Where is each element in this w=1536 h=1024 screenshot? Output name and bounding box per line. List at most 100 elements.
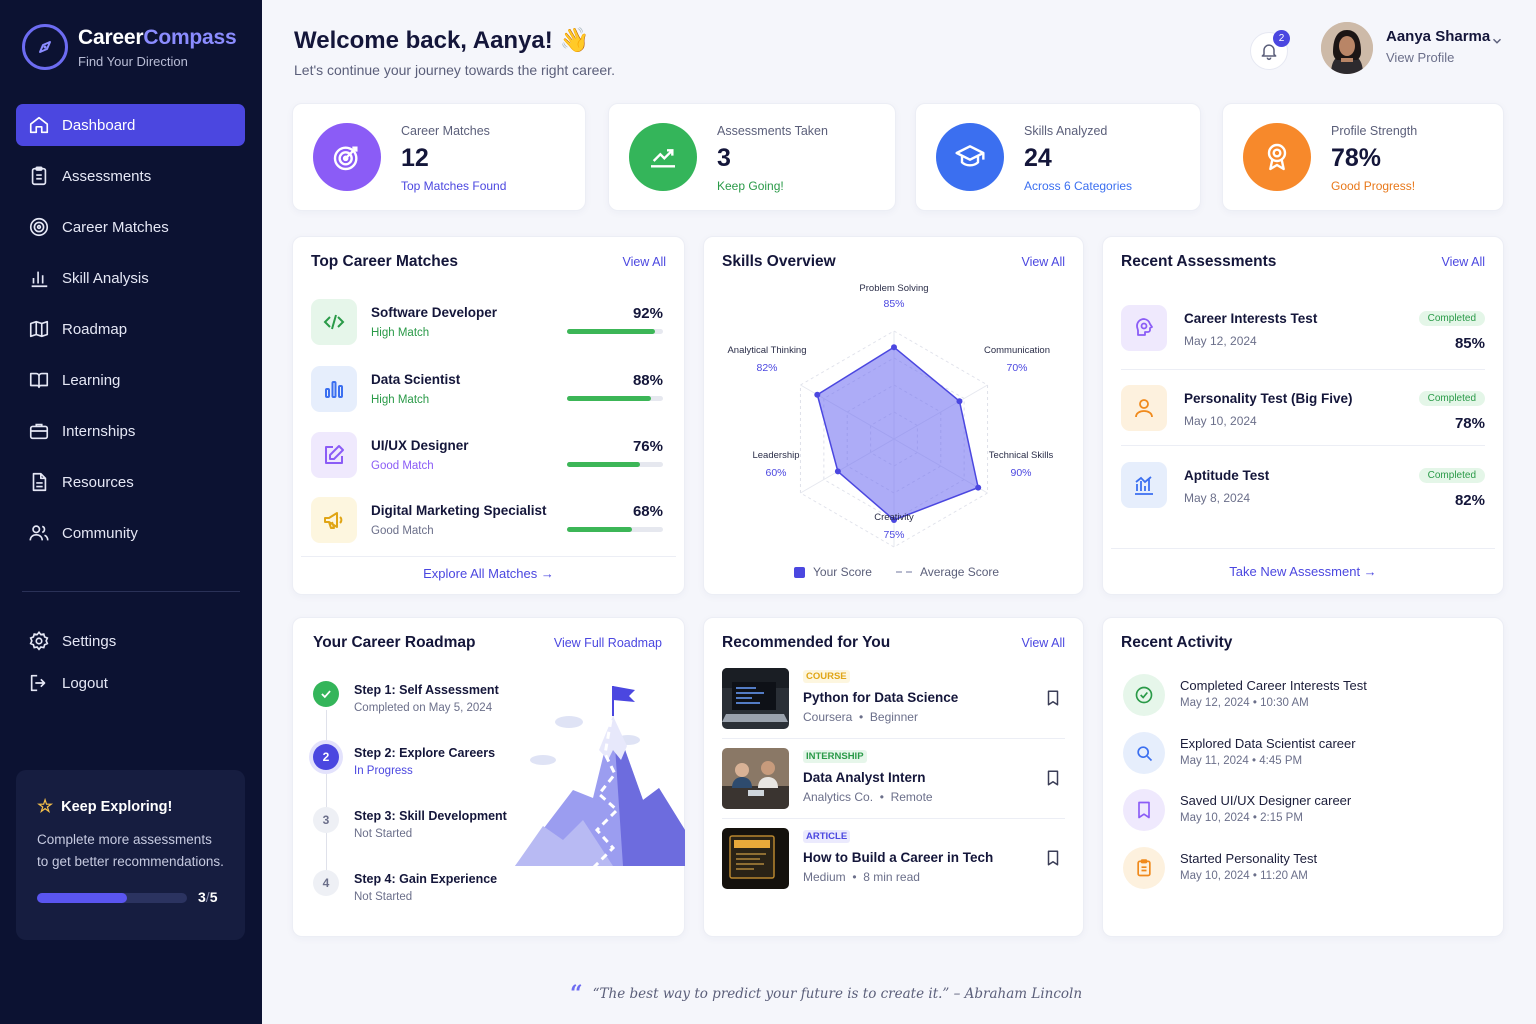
stat-label: Career Matches: [401, 124, 490, 138]
star-icon: ☆: [37, 796, 54, 816]
view-all-link[interactable]: View All: [622, 255, 666, 269]
book-icon: [29, 372, 49, 389]
bookmark-icon[interactable]: [1044, 768, 1062, 793]
radar-point: [814, 391, 821, 398]
legend-average-score: Average Score: [919, 565, 1000, 579]
nav-item-learning[interactable]: Learning: [16, 359, 245, 401]
nav-label: Dashboard: [62, 116, 136, 134]
row-divider: [722, 818, 1065, 819]
activity-item[interactable]: Explored Data Scientist career May 11, 2…: [1123, 732, 1483, 778]
person-icon: [1121, 385, 1167, 431]
match-bar-fill: [567, 329, 656, 334]
mountain-illustration: [515, 686, 685, 872]
match-name: Software Developer: [371, 305, 498, 320]
logout-icon: [30, 674, 46, 692]
match-row-digital-marketing[interactable]: Digital Marketing Specialist Good Match …: [311, 497, 663, 545]
roadmap-step-2[interactable]: 2 Step 2: Explore Careers In Progress: [313, 744, 533, 788]
explore-all-matches-link[interactable]: Explore All Matches →: [293, 566, 684, 581]
notifications-button[interactable]: 2: [1250, 30, 1290, 70]
radar-series-your-score: [816, 346, 980, 521]
explore-title: Keep Exploring!: [61, 798, 173, 815]
nav-item-skill-analysis[interactable]: Skill Analysis: [16, 257, 245, 299]
activity-item[interactable]: Completed Career Interests Test May 12, …: [1123, 674, 1483, 720]
nav-label: Roadmap: [62, 320, 128, 338]
nav-label: Internships: [62, 422, 136, 440]
view-all-link[interactable]: View All: [1441, 255, 1485, 269]
laptop-thumbnail: [722, 668, 789, 729]
radar-point: [956, 398, 963, 405]
target-icon: [313, 123, 381, 191]
step-title: Step 2: Explore Careers: [354, 746, 496, 760]
recommendation-item[interactable]: ARTICLE How to Build a Career in Tech Me…: [722, 828, 1066, 890]
match-row-ux-designer[interactable]: UI/UX Designer Good Match 76%: [311, 432, 663, 480]
stat-card-skills[interactable]: Skills Analyzed 24 Across 6 Categories: [915, 103, 1201, 211]
stat-value: 24: [1024, 144, 1052, 172]
graduation-cap-icon: [936, 123, 1004, 191]
legend-swatch: [794, 566, 805, 578]
code-icon: [311, 299, 357, 345]
nav-item-settings[interactable]: Settings: [16, 621, 245, 661]
nav-item-logout[interactable]: Logout: [16, 663, 245, 703]
match-percent: 76%: [632, 438, 663, 455]
roadmap-step-4[interactable]: 4 Step 4: Gain Experience Not Started: [313, 870, 533, 914]
assessment-row-career-interests[interactable]: Career Interests Test May 12, 2024 Compl…: [1121, 305, 1487, 365]
roadmap-step-3[interactable]: 3 Step 3: Skill Development Not Started: [313, 807, 533, 851]
user-name[interactable]: Aanya Sharma: [1386, 28, 1490, 45]
match-row-software-developer[interactable]: Software Developer High Match 92%: [311, 299, 663, 347]
stat-card-career-matches[interactable]: Career Matches 12 Top Matches Found: [292, 103, 586, 211]
brand-logo[interactable]: CareerCompass Find Your Direction: [22, 24, 237, 70]
nav-item-internships[interactable]: Internships: [16, 410, 245, 452]
activity-item[interactable]: Started Personality Test May 10, 2024 • …: [1123, 847, 1483, 893]
nav-item-resources[interactable]: Resources: [16, 461, 245, 503]
recommendation-item[interactable]: COURSE Python for Data Science Coursera …: [722, 668, 1066, 730]
nav-item-assessments[interactable]: Assessments: [16, 155, 245, 197]
recommendation-meta: Coursera • Beginner: [803, 710, 918, 724]
chevron-down-icon[interactable]: [1490, 34, 1504, 53]
stat-card-assessments[interactable]: Assessments Taken 3 Keep Going!: [608, 103, 896, 211]
nav-item-community[interactable]: Community: [16, 512, 245, 554]
top-career-matches-panel: Top Career Matches View All Software Dev…: [292, 236, 685, 595]
nav-label: Career Matches: [62, 218, 169, 236]
match-bar: [567, 329, 663, 334]
nav-item-dashboard[interactable]: Dashboard: [16, 104, 245, 146]
check-icon: [313, 681, 339, 707]
activity-time: May 10, 2024 • 2:15 PM: [1180, 812, 1303, 824]
edit-icon: [311, 432, 357, 478]
match-bar-fill: [567, 396, 652, 401]
avatar[interactable]: [1321, 22, 1373, 74]
recommended-panel: Recommended for You View All COURSE Pyth…: [703, 617, 1084, 937]
roadmap-step-1[interactable]: Step 1: Self Assessment Completed on May…: [313, 681, 533, 725]
gear-icon: [29, 630, 49, 651]
bar-chart-icon: [31, 271, 48, 288]
activity-item[interactable]: Saved UI/UX Designer career May 10, 2024…: [1123, 789, 1483, 835]
activity-title: Completed Career Interests Test: [1180, 678, 1367, 693]
nav-item-roadmap[interactable]: Roadmap: [16, 308, 245, 350]
bookmark-icon: [1123, 789, 1165, 831]
match-tag: Good Match: [371, 525, 434, 537]
bookmark-icon[interactable]: [1044, 848, 1062, 873]
view-full-roadmap-link[interactable]: View Full Roadmap: [554, 636, 662, 650]
bookmark-icon[interactable]: [1044, 688, 1062, 713]
match-row-data-scientist[interactable]: Data Scientist High Match 88%: [311, 366, 663, 414]
stat-card-profile-strength[interactable]: Profile Strength 78% Good Progress!: [1222, 103, 1504, 211]
nav-label: Settings: [62, 632, 117, 650]
briefcase-icon: [29, 423, 49, 440]
step-title: Step 4: Gain Experience: [354, 872, 498, 886]
check-circle-icon: [1123, 674, 1165, 716]
radar-label: Analytical Thinking 82%: [727, 345, 807, 374]
recommendation-item[interactable]: INTERNSHIP Data Analyst Intern Analytics…: [722, 748, 1066, 810]
explore-progress-fill: [37, 893, 127, 903]
take-new-assessment-link[interactable]: Take New Assessment →: [1103, 564, 1503, 579]
recommendation-meta: Analytics Co. • Remote: [803, 790, 933, 804]
view-profile-link[interactable]: View Profile: [1386, 50, 1454, 65]
nav-label: Logout: [62, 674, 108, 692]
stat-value: 78%: [1331, 144, 1382, 172]
assessment-row-personality[interactable]: Personality Test (Big Five) May 10, 2024…: [1121, 385, 1487, 445]
step-status: In Progress: [354, 765, 413, 777]
assessment-row-aptitude[interactable]: Aptitude Test May 8, 2024 Completed 82%: [1121, 462, 1487, 522]
activity-time: May 12, 2024 • 10:30 AM: [1180, 697, 1309, 709]
match-percent: 92%: [632, 305, 663, 322]
view-all-link[interactable]: View All: [1021, 636, 1065, 650]
nav-item-career-matches[interactable]: Career Matches: [16, 206, 245, 248]
match-name: Digital Marketing Specialist: [371, 503, 547, 518]
